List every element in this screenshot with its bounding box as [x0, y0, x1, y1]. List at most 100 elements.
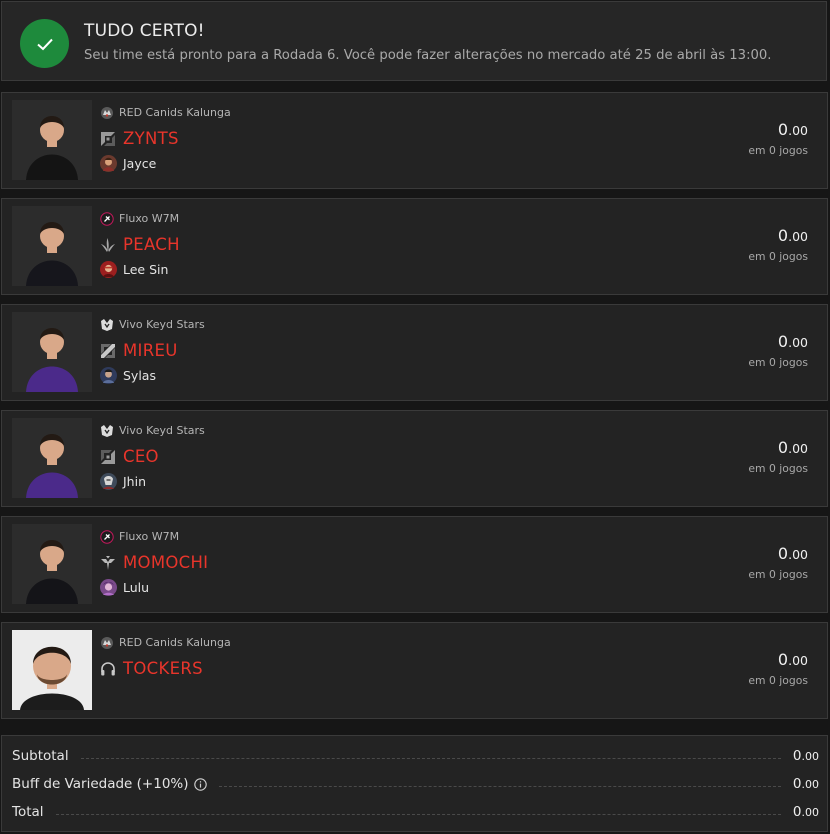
buff-int: 0 [792, 776, 802, 792]
fluxo-logo [100, 529, 114, 544]
position-row: TOCKERS [100, 659, 203, 678]
lee-sin-icon [100, 261, 117, 278]
player-name[interactable]: MOMOCHI [123, 553, 208, 572]
champion-row: Jhin [100, 473, 146, 490]
lulu-icon [100, 579, 117, 596]
mid-lane-icon [100, 343, 116, 359]
player-score: 0.00 [778, 226, 808, 245]
total-row: Total 0.00 [12, 802, 819, 822]
champion-name: Jhin [123, 474, 147, 489]
totals-panel: Subtotal 0.00 Buff de Variedade (+10%) 0… [1, 735, 828, 832]
player-photo [12, 206, 92, 286]
check-icon [20, 19, 69, 68]
support-icon [100, 555, 116, 571]
player-card[interactable]: Fluxo W7M PEACH Lee Sin 0.00 em 0 jogos [1, 198, 828, 295]
dotted-leader [80, 757, 781, 759]
team-name: Vivo Keyd Stars [119, 317, 205, 331]
team-row: RED Canids Kalunga [100, 105, 231, 119]
top-lane-icon [100, 131, 116, 147]
player-name[interactable]: PEACH [123, 235, 180, 254]
total-value: 0.00 [793, 804, 819, 820]
total-int: 0 [792, 804, 802, 820]
banner-message: Seu time está pronto para a Rodada 6. Vo… [84, 48, 772, 63]
info-icon[interactable] [193, 777, 207, 791]
score-dec: .00 [788, 547, 808, 562]
subtotal-label: Subtotal [12, 748, 69, 764]
team-row: Vivo Keyd Stars [100, 317, 205, 331]
player-name[interactable]: TOCKERS [123, 659, 203, 678]
player-score: 0.00 [778, 544, 808, 563]
player-card[interactable]: Vivo Keyd Stars MIREU Sylas 0.00 em 0 jogos [1, 304, 828, 401]
champion-name: Sylas [123, 368, 156, 383]
buff-label-group: Buff de Variedade (+10%) [12, 776, 207, 792]
champion-row: Sylas [100, 367, 156, 384]
position-row: MIREU [100, 341, 178, 360]
red-canids-logo [100, 105, 114, 119]
player-card[interactable]: Vivo Keyd Stars CEO Jhin 0.00 em 0 jogos [1, 410, 828, 507]
player-score: 0.00 [778, 438, 808, 457]
red-canids-logo [100, 635, 114, 649]
player-name[interactable]: CEO [123, 447, 159, 466]
player-score: 0.00 [778, 120, 808, 139]
champion-name: Lee Sin [123, 262, 169, 277]
keyd-logo [100, 317, 114, 331]
dotted-leader [55, 813, 781, 815]
player-card[interactable]: RED Canids Kalunga TOCKERS 0.00 em 0 jogos [1, 622, 828, 719]
jhin-icon [100, 473, 117, 490]
player-photo [12, 418, 92, 498]
fluxo-logo [100, 211, 114, 226]
dotted-leader [218, 785, 781, 787]
team-row: Vivo Keyd Stars [100, 423, 205, 437]
score-int: 0 [777, 226, 789, 245]
score-dec: .00 [788, 229, 808, 244]
team-row: RED Canids Kalunga [100, 635, 231, 649]
total-dec: .00 [801, 806, 820, 819]
games-count: em 0 jogos [748, 462, 808, 475]
champion-row: Lulu [100, 579, 149, 596]
team-name: RED Canids Kalunga [119, 635, 231, 649]
player-photo [12, 524, 92, 604]
games-count: em 0 jogos [748, 674, 808, 687]
champion-name: Lulu [123, 580, 150, 595]
subtotal-value: 0.00 [793, 748, 819, 764]
team-name: RED Canids Kalunga [119, 105, 231, 119]
champion-name: Jayce [123, 156, 157, 171]
position-row: PEACH [100, 235, 180, 254]
player-score: 0.00 [778, 332, 808, 351]
buff-dec: .00 [801, 778, 820, 791]
position-row: ZYNTS [100, 129, 179, 148]
player-name[interactable]: MIREU [123, 341, 178, 360]
keyd-logo [100, 423, 114, 437]
team-name: Vivo Keyd Stars [119, 423, 205, 437]
games-count: em 0 jogos [748, 356, 808, 369]
sylas-icon [100, 367, 117, 384]
position-row: CEO [100, 447, 159, 466]
player-card[interactable]: RED Canids Kalunga ZYNTS Jayce 0.00 em 0 jog… [1, 92, 828, 189]
buff-value: 0.00 [793, 776, 819, 792]
subtotal-dec: .00 [801, 750, 820, 763]
player-score: 0.00 [778, 650, 808, 669]
subtotal-int: 0 [792, 748, 802, 764]
score-int: 0 [777, 438, 789, 457]
buff-row: Buff de Variedade (+10%) 0.00 [12, 774, 819, 794]
games-count: em 0 jogos [748, 250, 808, 263]
buff-label: Buff de Variedade (+10%) [12, 776, 189, 792]
banner-title: TUDO CERTO! [84, 21, 205, 41]
player-photo [12, 100, 92, 180]
jungle-icon [100, 237, 116, 253]
team-row: Fluxo W7M [100, 529, 180, 544]
status-banner: TUDO CERTO! Seu time está pronto para a … [1, 1, 827, 81]
position-row: MOMOCHI [100, 553, 208, 572]
player-photo [12, 630, 92, 710]
total-label: Total [12, 804, 44, 820]
score-int: 0 [777, 120, 789, 139]
jayce-icon [100, 155, 117, 172]
score-int: 0 [777, 332, 789, 351]
player-card[interactable]: Fluxo W7M MOMOCHI Lulu 0.00 em 0 jogos [1, 516, 828, 613]
score-int: 0 [777, 650, 789, 669]
player-name[interactable]: ZYNTS [123, 129, 179, 148]
team-name: Fluxo W7M [119, 529, 180, 543]
score-int: 0 [777, 544, 789, 563]
score-dec: .00 [788, 653, 808, 668]
bot-lane-icon [100, 449, 116, 465]
